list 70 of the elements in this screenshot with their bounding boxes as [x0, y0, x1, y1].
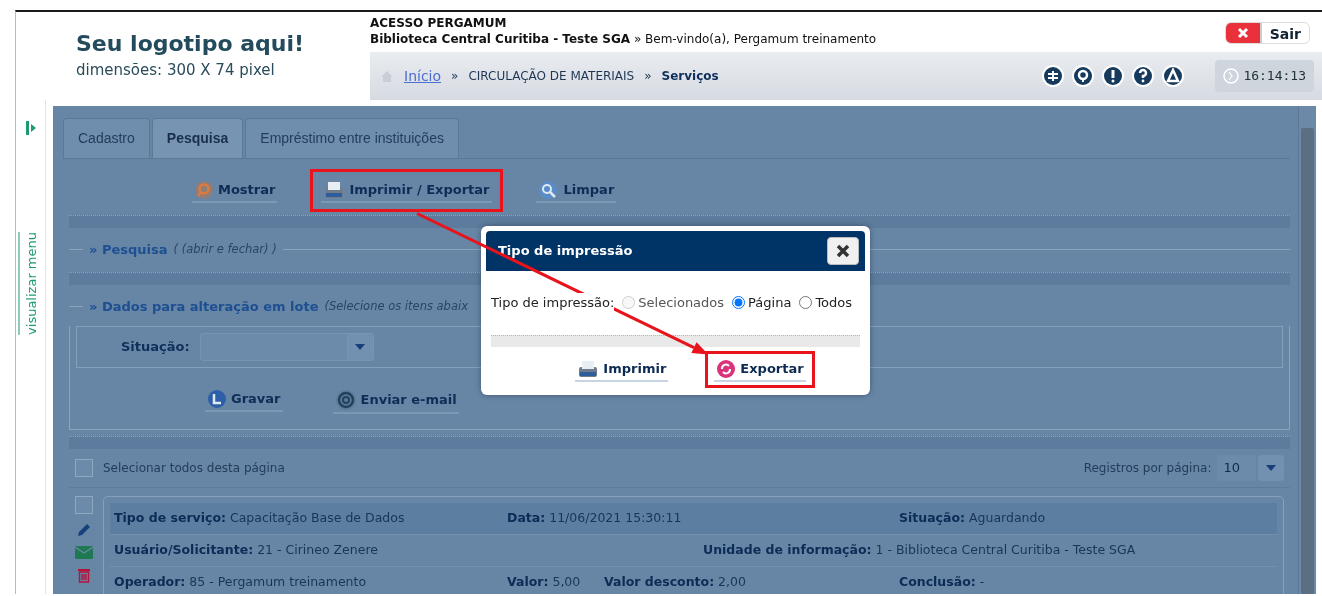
select-all-label: Selecionar todos desta página	[103, 460, 285, 477]
field-text: Valor: 5,00	[507, 572, 581, 591]
field-text: Operador: 85 - Pergamum treinamento	[114, 572, 367, 591]
checkbox[interactable]	[75, 496, 93, 514]
breadcrumb-separator: »	[644, 68, 652, 85]
action-button[interactable]: Exportar	[714, 356, 806, 382]
magnifier-icon	[537, 179, 560, 200]
logout-button[interactable]: Sair	[1224, 22, 1310, 44]
radio-label: Selecionados	[638, 294, 725, 312]
field-label: Situação:	[121, 338, 190, 357]
action-button[interactable]: Enviar e-mail	[332, 387, 459, 414]
tab[interactable]: Pesquisa	[151, 118, 244, 158]
clock-display: 16:14:13	[1215, 60, 1314, 92]
field-text: Usuário/Solicitante: 21 - Cirineo Zenere	[114, 540, 378, 559]
magnifier-icon	[194, 179, 214, 200]
scrollbar[interactable]	[1298, 106, 1316, 594]
field-text: Unidade de informação: 1 - Biblioteca Central Curitiba - Teste SGA	[702, 540, 1136, 559]
ring-icon[interactable]	[1071, 64, 1096, 88]
dialog-title: Tipo de impressão	[498, 242, 633, 261]
close-icon	[836, 244, 850, 258]
triangle-icon[interactable]	[1161, 64, 1186, 88]
section-title: » Dados para alteração em lote	[89, 297, 319, 316]
breadcrumb-link[interactable]: Início	[404, 65, 442, 87]
caret-icon	[1265, 464, 1277, 472]
at-sign-icon	[334, 389, 357, 411]
section-title[interactable]: » Pesquisa	[89, 240, 168, 260]
per-page-label: Registros por página:	[1083, 460, 1212, 477]
action-button[interactable]: Imprimir	[575, 356, 669, 382]
field-text: Tipo de serviço: Capacitação Base de Dados	[114, 509, 405, 527]
clock-badge-icon	[207, 389, 227, 409]
menu-toggle-icon[interactable]	[24, 120, 37, 136]
question-icon[interactable]	[1131, 64, 1156, 88]
menu-toggle-link[interactable]: visualizar menu	[19, 232, 42, 335]
action-button[interactable]: Imprimir / Exportar	[321, 177, 492, 203]
logo-subtitle: dimensões: 300 X 74 pixel	[76, 59, 276, 81]
action-button[interactable]: Gravar	[205, 387, 283, 412]
breadcrumb-separator: »	[451, 68, 459, 85]
radio-button[interactable]	[732, 296, 746, 310]
radio-label: Página	[748, 294, 792, 312]
section-hint: ( (abrir e fechar) )	[173, 241, 277, 259]
welcome-text: Biblioteca Central Curitiba - Teste SGA » Bem-vindo(a), Pergamum treinamento	[370, 31, 877, 49]
section-hint: (Selecione os itens abaix	[324, 297, 468, 315]
system-title: ACESSO PERGAMUM	[370, 16, 508, 31]
exclamation-icon[interactable]	[1101, 64, 1126, 88]
printer-icon	[577, 358, 600, 379]
checkbox[interactable]	[75, 459, 93, 477]
field-label: Tipo de impressão:	[491, 293, 615, 313]
trash-icon[interactable]	[77, 567, 91, 583]
field-text: Valor desconto: 2,00	[604, 572, 746, 591]
radio-label: Todos	[815, 294, 853, 312]
pencil-icon[interactable]	[76, 522, 92, 538]
action-button[interactable]: Limpar	[535, 177, 617, 203]
action-button[interactable]: Mostrar	[192, 177, 278, 203]
close-button[interactable]	[827, 237, 859, 265]
field-text: Situação: Aguardando	[899, 509, 1046, 527]
caret-icon	[354, 343, 367, 351]
field-text: Conclusão: -	[899, 572, 985, 591]
lines-icon[interactable]	[1041, 64, 1066, 88]
breadcrumb-current: Serviços	[661, 68, 719, 85]
home-icon	[380, 69, 394, 83]
clock-icon	[1223, 68, 1240, 84]
printer-icon	[323, 179, 346, 200]
refresh-icon	[716, 358, 737, 379]
close-icon	[1236, 27, 1249, 39]
logo-title: Seu logotipo aqui!	[76, 30, 305, 58]
breadcrumb-item: CIRCULAÇÃO DE MATERIAIS	[468, 67, 635, 85]
tab[interactable]: Cadastro	[63, 118, 150, 158]
field-text: Data: 11/06/2021 15:30:11	[507, 509, 682, 527]
tab[interactable]: Empréstimo entre instituições	[245, 118, 459, 158]
radio-button[interactable]	[799, 296, 813, 310]
